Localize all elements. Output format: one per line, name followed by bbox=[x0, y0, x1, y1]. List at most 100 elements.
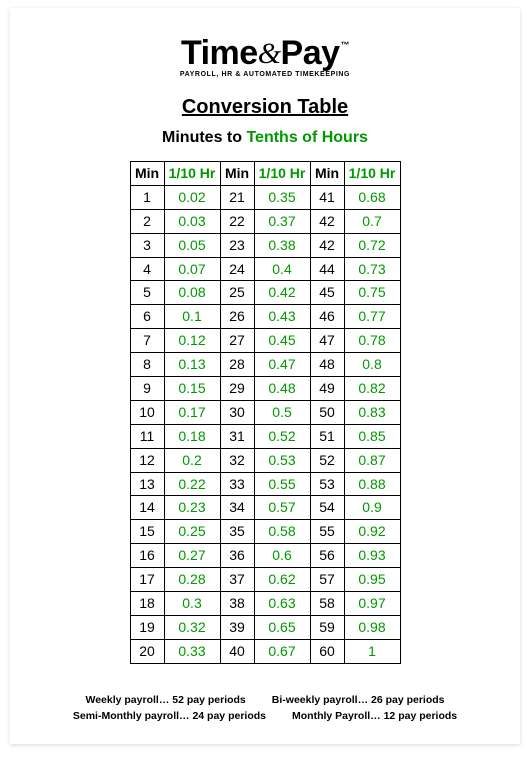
cell-hr: 0.02 bbox=[164, 185, 220, 209]
cell-min: 8 bbox=[130, 353, 164, 377]
cell-min: 57 bbox=[310, 568, 344, 592]
cell-hr: 0.22 bbox=[164, 472, 220, 496]
cell-min: 59 bbox=[310, 615, 344, 639]
cell-min: 3 bbox=[130, 233, 164, 257]
cell-min: 45 bbox=[310, 281, 344, 305]
cell-min: 47 bbox=[310, 329, 344, 353]
cell-hr: 0.8 bbox=[344, 353, 400, 377]
cell-hr: 0.73 bbox=[344, 257, 400, 281]
table-row: 40.07240.4440.73 bbox=[130, 257, 400, 281]
cell-min: 4 bbox=[130, 257, 164, 281]
cell-min: 39 bbox=[220, 615, 254, 639]
footer-semimonthly: Semi-Monthly payroll… 24 pay periods bbox=[73, 708, 266, 724]
conversion-table: Min 1/10 Hr Min 1/10 Hr Min 1/10 Hr 1 0.0… bbox=[130, 161, 401, 664]
table-row: 200.33400.67601 bbox=[130, 639, 400, 663]
cell-min: 56 bbox=[310, 544, 344, 568]
cell-hr: 0.3 bbox=[164, 592, 220, 616]
cell-hr: 0.5 bbox=[254, 400, 310, 424]
footer-row: Weekly payroll… 52 pay periods Bi-weekly… bbox=[40, 692, 490, 708]
page-title-block: Conversion Table bbox=[40, 96, 490, 119]
col-header-min: Min bbox=[220, 162, 254, 186]
table-header-row: Min 1/10 Hr Min 1/10 Hr Min 1/10 Hr bbox=[130, 162, 400, 186]
cell-hr: 0.52 bbox=[254, 424, 310, 448]
table-row: 30.05230.38420.72 bbox=[130, 233, 400, 257]
cell-min: 16 bbox=[130, 544, 164, 568]
cell-min: 18 bbox=[130, 592, 164, 616]
cell-hr: 0.23 bbox=[164, 496, 220, 520]
footer-notes: Weekly payroll… 52 pay periods Bi-weekly… bbox=[40, 692, 490, 725]
cell-hr: 0.65 bbox=[254, 615, 310, 639]
col-header-min: Min bbox=[130, 162, 164, 186]
cell-hr: 0.7 bbox=[344, 209, 400, 233]
cell-min: 50 bbox=[310, 400, 344, 424]
cell-min: 21 bbox=[220, 185, 254, 209]
col-header-hr: 1/10 Hr bbox=[164, 162, 220, 186]
cell-min: 6 bbox=[130, 305, 164, 329]
cell-hr: 0.77 bbox=[344, 305, 400, 329]
cell-hr: 0.95 bbox=[344, 568, 400, 592]
cell-min: 41 bbox=[310, 185, 344, 209]
cell-hr: 0.62 bbox=[254, 568, 310, 592]
cell-min: 7 bbox=[130, 329, 164, 353]
cell-min: 37 bbox=[220, 568, 254, 592]
cell-min: 38 bbox=[220, 592, 254, 616]
table-row: 80.13280.47480.8 bbox=[130, 353, 400, 377]
cell-hr: 0.42 bbox=[254, 281, 310, 305]
table-row: 110.18310.52510.85 bbox=[130, 424, 400, 448]
cell-min: 32 bbox=[220, 448, 254, 472]
table-row: 160.27360.6560.93 bbox=[130, 544, 400, 568]
cell-hr: 0.07 bbox=[164, 257, 220, 281]
cell-min: 30 bbox=[220, 400, 254, 424]
cell-min: 33 bbox=[220, 472, 254, 496]
table-row: 150.25350.58550.92 bbox=[130, 520, 400, 544]
cell-hr: 0.08 bbox=[164, 281, 220, 305]
cell-hr: 0.43 bbox=[254, 305, 310, 329]
cell-min: 28 bbox=[220, 353, 254, 377]
cell-min: 42 bbox=[310, 233, 344, 257]
cell-min: 49 bbox=[310, 377, 344, 401]
cell-min: 31 bbox=[220, 424, 254, 448]
cell-hr: 0.87 bbox=[344, 448, 400, 472]
cell-hr: 0.75 bbox=[344, 281, 400, 305]
cell-min: 51 bbox=[310, 424, 344, 448]
cell-hr: 0.25 bbox=[164, 520, 220, 544]
cell-hr: 0.82 bbox=[344, 377, 400, 401]
cell-hr: 0.13 bbox=[164, 353, 220, 377]
cell-hr: 0.37 bbox=[254, 209, 310, 233]
cell-min: 35 bbox=[220, 520, 254, 544]
cell-min: 53 bbox=[310, 472, 344, 496]
table-row: 90.15290.48490.82 bbox=[130, 377, 400, 401]
cell-hr: 0.4 bbox=[254, 257, 310, 281]
cell-min: 20 bbox=[130, 639, 164, 663]
footer-weekly: Weekly payroll… 52 pay periods bbox=[85, 692, 245, 708]
cell-hr: 0.98 bbox=[344, 615, 400, 639]
cell-hr: 0.85 bbox=[344, 424, 400, 448]
table-row: 190.32390.65590.98 bbox=[130, 615, 400, 639]
cell-min: 60 bbox=[310, 639, 344, 663]
cell-min: 42 bbox=[310, 209, 344, 233]
cell-hr: 0.28 bbox=[164, 568, 220, 592]
cell-hr: 1 bbox=[344, 639, 400, 663]
trademark-symbol: ™ bbox=[341, 40, 350, 50]
cell-min: 54 bbox=[310, 496, 344, 520]
table-row: 100.17300.5500.83 bbox=[130, 400, 400, 424]
brand-ampersand: & bbox=[258, 37, 281, 70]
cell-min: 9 bbox=[130, 377, 164, 401]
cell-min: 10 bbox=[130, 400, 164, 424]
table-row: 60.1260.43460.77 bbox=[130, 305, 400, 329]
cell-min: 27 bbox=[220, 329, 254, 353]
cell-min: 11 bbox=[130, 424, 164, 448]
cell-hr: 0.6 bbox=[254, 544, 310, 568]
table-body: 10.02210.35410.6820.03220.37420.730.0523… bbox=[130, 185, 400, 663]
cell-hr: 0.78 bbox=[344, 329, 400, 353]
footer-monthly: Monthly Payroll… 12 pay periods bbox=[292, 708, 457, 724]
cell-min: 5 bbox=[130, 281, 164, 305]
cell-min: 58 bbox=[310, 592, 344, 616]
brand-wordmark: Time&Pay™ bbox=[181, 34, 349, 73]
cell-min: 22 bbox=[220, 209, 254, 233]
footer-row: Semi-Monthly payroll… 24 pay periods Mon… bbox=[40, 708, 490, 724]
cell-hr: 0.58 bbox=[254, 520, 310, 544]
cell-hr: 0.15 bbox=[164, 377, 220, 401]
table-row: 170.28370.62570.95 bbox=[130, 568, 400, 592]
cell-min: 25 bbox=[220, 281, 254, 305]
